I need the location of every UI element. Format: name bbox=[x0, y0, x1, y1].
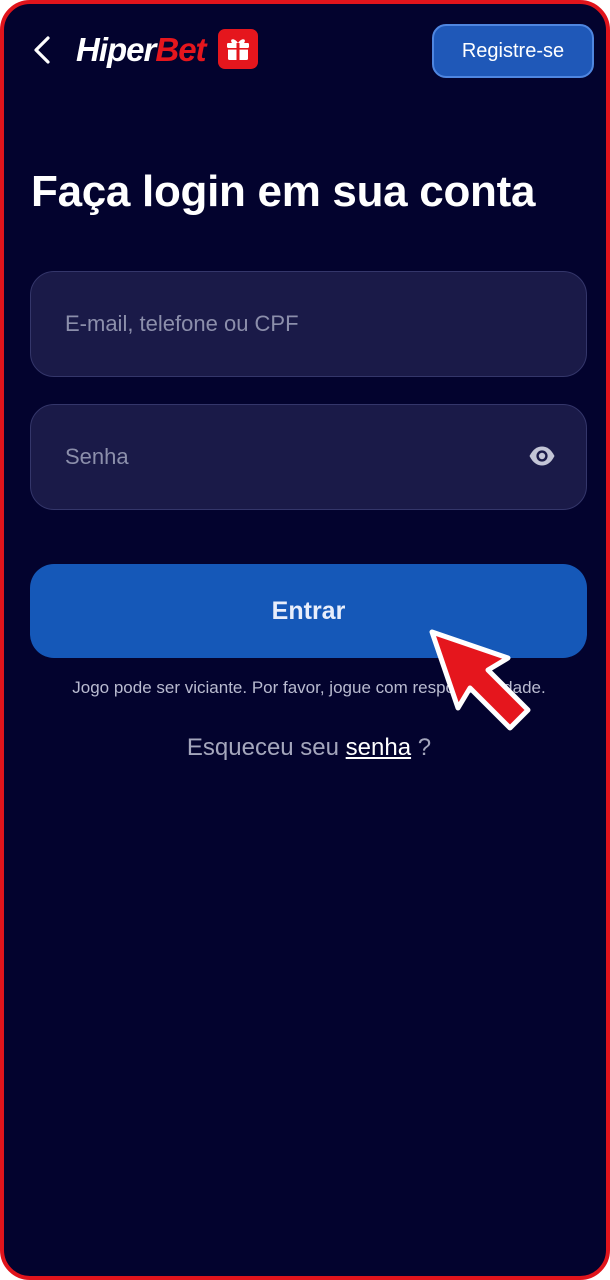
logo-text-bet: Bet bbox=[155, 30, 206, 68]
email-field[interactable] bbox=[30, 271, 587, 377]
forgot-password-suffix: ? bbox=[417, 734, 432, 761]
password-field[interactable] bbox=[30, 404, 587, 510]
eye-icon[interactable] bbox=[528, 445, 556, 467]
top-bar: HiperBet Registre-se bbox=[4, 4, 606, 99]
gift-icon[interactable] bbox=[217, 29, 258, 69]
pointer-arrow-icon bbox=[429, 629, 531, 731]
forgot-password-prefix: Esqueceu seu bbox=[186, 734, 339, 761]
chevron-left-icon bbox=[34, 36, 50, 64]
forgot-password-link[interactable]: senha bbox=[346, 734, 411, 761]
brand-logo[interactable]: HiperBet bbox=[76, 26, 258, 72]
password-input[interactable] bbox=[65, 405, 525, 509]
email-input[interactable] bbox=[65, 272, 525, 376]
back-button[interactable] bbox=[26, 30, 62, 70]
logo-text-hiper: Hiper bbox=[76, 30, 156, 68]
page-title: Faça login em sua conta bbox=[31, 167, 536, 216]
app-frame: HiperBet Registre-se Faça login em sua c… bbox=[0, 0, 610, 1280]
register-button[interactable]: Registre-se bbox=[432, 24, 594, 78]
forgot-password-line: Esqueceu seu senha ? bbox=[4, 734, 606, 762]
